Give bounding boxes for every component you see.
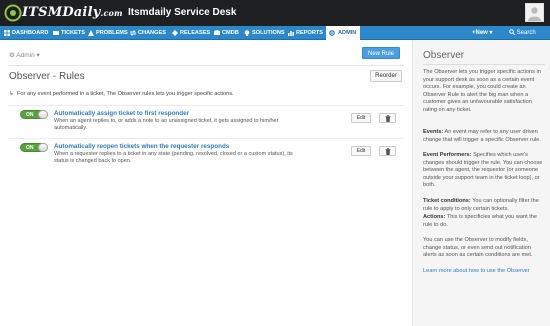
nav-problems[interactable]: PROBLEMS xyxy=(88,26,128,40)
help-sidebar: Observer The Observer lets you trigger s… xyxy=(412,40,550,326)
rule-description: When an agent replies to, or adds a note… xyxy=(54,118,279,131)
main-nav: DASHBOARD TICKETS PROBLEMS CHANGES RELEA… xyxy=(0,26,550,40)
chevron-down-icon: ▾ xyxy=(36,52,40,59)
page-title: Observer - Rules xyxy=(9,71,85,82)
nav-dashboard[interactable]: DASHBOARD xyxy=(4,26,48,40)
rule-row: ON Automatically reopen tickets when the… xyxy=(8,138,404,170)
sidebar-title: Observer xyxy=(423,50,465,61)
nav-solutions[interactable]: SOLUTIONS xyxy=(244,26,285,40)
learn-more-link[interactable]: Learn more about how to use the Observer xyxy=(423,268,545,276)
rule-description: When a requester replies to a ticket in … xyxy=(54,151,293,164)
sidebar-performers: Event Performers: Specifies which user's… xyxy=(423,152,543,189)
app-title: Itsmdaily Service Desk xyxy=(128,7,237,18)
divider xyxy=(423,64,545,65)
reports-icon xyxy=(288,31,294,36)
app-header: ITSMDaily.com Itsmdaily Service Desk xyxy=(0,0,550,26)
logo[interactable]: ITSMDaily.com xyxy=(4,3,123,23)
main-content: ⚙ Admin ▾ New Rule Observer - Rules Reor… xyxy=(0,40,412,326)
trash-icon xyxy=(385,148,390,155)
edit-button[interactable]: Edit xyxy=(351,146,371,156)
sidebar-usage: You can use the Observer to modify field… xyxy=(423,237,533,259)
search-button[interactable]: Search xyxy=(509,26,536,40)
logo-mark-icon xyxy=(4,4,22,22)
nav-cmdb[interactable]: CMDB xyxy=(214,26,239,40)
delete-button[interactable] xyxy=(379,113,396,123)
admin-icon xyxy=(329,30,335,36)
arrow-icon: ↳ xyxy=(9,91,14,97)
release-icon xyxy=(172,30,178,36)
intro-text: ↳ For any event performed in a ticket, Th… xyxy=(9,91,234,97)
rule-title[interactable]: Automatically assign ticket to first res… xyxy=(54,110,189,117)
rule-toggle[interactable]: ON xyxy=(20,143,48,152)
change-icon xyxy=(130,30,136,36)
avatar[interactable] xyxy=(525,3,544,22)
dashboard-icon xyxy=(4,30,10,36)
user-avatar-icon xyxy=(528,7,541,21)
rule-title[interactable]: Automatically reopen tickets when the re… xyxy=(54,143,229,150)
reorder-button[interactable]: Reorder xyxy=(370,70,402,82)
breadcrumb[interactable]: ⚙ Admin ▾ xyxy=(9,51,40,59)
edit-button[interactable]: Edit xyxy=(351,113,371,123)
trash-icon xyxy=(385,115,390,122)
sidebar-intro: The Observer lets you trigger specific a… xyxy=(423,69,541,113)
nav-releases[interactable]: RELEASES xyxy=(172,26,210,40)
cmdb-icon xyxy=(214,30,220,35)
new-rule-button[interactable]: New Rule xyxy=(362,47,400,59)
rule-row: ON Automatically assign ticket to first … xyxy=(8,105,404,137)
gear-icon: ⚙ xyxy=(9,52,15,59)
sidebar-actions: Actions: This is specificies what you wa… xyxy=(423,214,537,228)
nav-admin[interactable]: ADMIN xyxy=(326,26,361,40)
sidebar-events: Events: An event may refer to any user d… xyxy=(423,129,541,143)
delete-button[interactable] xyxy=(379,146,396,156)
solutions-icon xyxy=(244,30,250,36)
rule-toggle[interactable]: ON xyxy=(20,110,48,119)
sidebar-conditions: Ticket conditions: You can optionally fi… xyxy=(423,198,539,212)
problem-icon xyxy=(88,30,94,36)
chevron-down-icon: ▾ xyxy=(489,30,493,36)
search-icon xyxy=(509,29,516,36)
ticket-icon xyxy=(53,31,59,35)
new-menu-button[interactable]: +New ▾ xyxy=(472,26,493,40)
nav-reports[interactable]: REPORTS xyxy=(288,26,323,40)
nav-tickets[interactable]: TICKETS xyxy=(53,26,85,40)
logo-text: ITSMDaily.com xyxy=(22,5,123,20)
nav-changes[interactable]: CHANGES xyxy=(130,26,166,40)
divider xyxy=(8,65,404,66)
